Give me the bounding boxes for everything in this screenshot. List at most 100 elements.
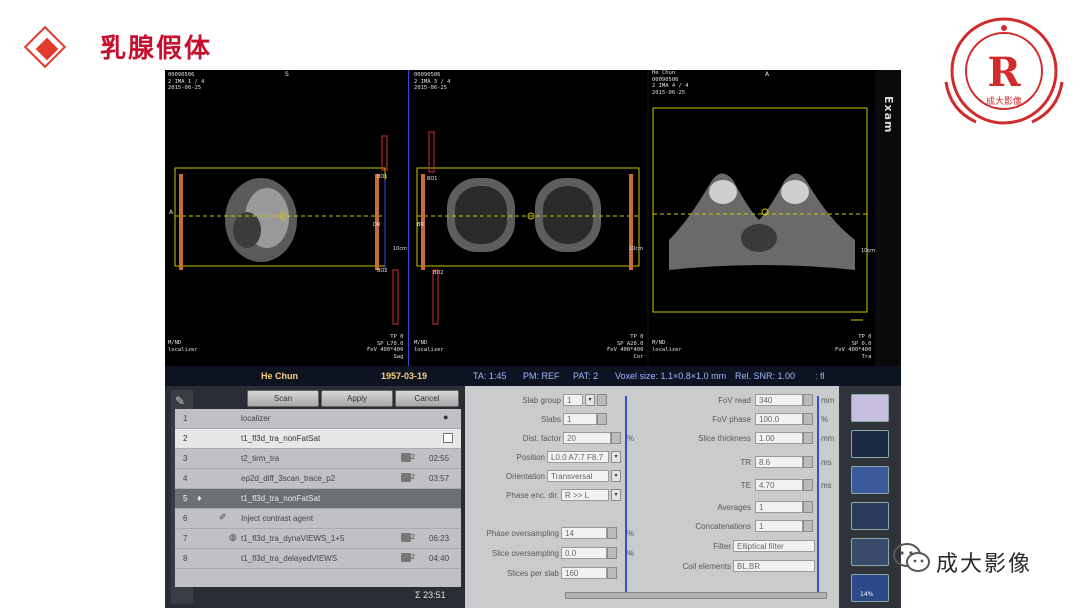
viewport-2-label-br: BR [417,222,424,228]
transversal-image [652,107,868,321]
column-divider-left [625,396,627,596]
phase-enc-dir-label: Phase enc. dir. [506,491,559,500]
slice-thickness-unit: mm [821,434,835,443]
phase-oversampling-unit: % [627,529,635,538]
slab-group-add[interactable] [597,394,607,406]
protocol-row-6[interactable]: 6 ✐ Inject contrast agent [175,509,461,529]
cancel-button[interactable]: Cancel [395,390,459,407]
patient-position-icon[interactable]: 14% [851,574,889,602]
injector-icon[interactable] [851,538,889,566]
slab-group-label: Slab group [522,396,561,405]
slice-oversampling-label: Slice oversampling [491,549,559,558]
averages-label: Averages [717,503,751,512]
position-field[interactable]: L0.0 A7.7 F8.7 [547,451,609,463]
protocol-row-5-current[interactable]: 5 ♦ t1_fl3d_tra_nonFatSat [175,489,461,509]
viewport-coronal[interactable]: 00090506 2 IMA 3 / 4 2015-06-25 BO1 BO2 … [411,70,647,366]
protocol-row-7[interactable]: 7 ◍ t1_fl3d_tra_dynaVIEWS_1+5 2 06:23 [175,529,461,549]
fov-read-field[interactable]: 340 [755,394,803,406]
position-dropdown[interactable]: ▾ [611,451,621,463]
protocol-panel: ✎ Scan Apply Cancel 1 localizer ● 2 t1_fl3… [165,386,465,608]
slice-oversampling-spinner[interactable] [607,547,617,559]
viewport-1-label-bo1: BO1 [377,174,388,180]
viewport-1-bottom-right: TP 0 SP L70.0 FoV 400*400 Sag [367,334,404,360]
exam-tab[interactable]: Exam [882,96,895,134]
slices-per-slab-spinner[interactable] [607,567,617,579]
right-tool-strip: 14% [839,386,901,608]
phase-oversampling-spinner[interactable] [607,527,617,539]
te-field[interactable]: 4.70 [755,479,803,491]
phase-oversampling-field[interactable]: 14 [561,527,607,539]
slab-group-dropdown[interactable]: ▾ [585,394,595,406]
slice-thickness-spinner[interactable] [803,432,813,444]
dist-factor-spinner[interactable] [611,432,621,444]
checkbox-icon[interactable] [443,433,453,443]
acq-time: TA: 1:45 [473,371,507,381]
phase-enc-dir-field[interactable]: R >> L [561,489,609,501]
slabs-field[interactable]: 1 [563,413,597,425]
te-spinner[interactable] [803,479,813,491]
fov-read-spinner[interactable] [803,394,813,406]
coronal-image [416,131,640,325]
total-scan-time: Σ 23:51 [415,590,446,600]
parameter-card: Slab group 1 ▾ Slabs 1 Dist. factor 20 %… [465,386,839,608]
slice-thickness-field[interactable]: 1.00 [755,432,803,444]
slabs-label: Slabs [540,415,561,424]
fov-phase-spinner[interactable] [803,413,813,425]
patient-dob: 1957-03-19 [381,371,428,381]
tr-field[interactable]: 8.6 [755,456,803,468]
dist-factor-field[interactable]: 20 [563,432,611,444]
slices-per-slab-field[interactable]: 160 [561,567,607,579]
viewport-transversal[interactable]: He Chun 00090506 2 IMA 4 / 4 2015-06-25 … [649,70,875,366]
scanner-console-photo: 00090506 2 IMA 1 / 4 2015-06-25 S A BO1 … [165,70,901,608]
slabs-spinner[interactable] [597,413,607,425]
viewport-2-bottom-left: M/ND localizer [414,340,444,353]
patient-position-value: 14% [860,591,874,598]
orientation-dropdown[interactable]: ▾ [611,470,621,482]
viewport-1-bottom-left: M/ND localizer [168,340,198,353]
filter-field[interactable]: Elliptical filter [733,540,815,552]
apply-button[interactable]: Apply [321,390,393,407]
slice-oversampling-field[interactable]: 0.0 [561,547,607,559]
image-viewers: 00090506 2 IMA 1 / 4 2015-06-25 S A BO1 … [165,70,901,366]
series-icon [401,533,411,542]
pm-mode: PM: REF [523,371,560,381]
slide-title: 乳腺假体 [100,34,213,64]
viewport-3-bottom-right: TP 0 SP 0.0 FoV 400*400 Tra [835,334,872,360]
averages-spinner[interactable] [803,501,813,513]
fov-phase-label: FoV phase [712,415,751,424]
protocol-row-8[interactable]: 8 t1_fl3d_tra_delayedVIEWS 2 04:40 [175,549,461,569]
coil-elements-label: Coil elements [682,562,731,571]
orientation-field[interactable]: Transversal [547,470,609,482]
scan-button[interactable]: Scan [247,390,319,407]
dynamic-icon: ◍ [229,532,237,542]
viewport-1-label-dr: DR [373,222,381,228]
viewport-3-bottom-left: M/ND localizer [652,340,682,353]
tr-spinner[interactable] [803,456,813,468]
phase-enc-dir-dropdown[interactable]: ▾ [611,489,621,501]
orientation-label: Orientation [505,472,545,481]
parameter-scrollbar[interactable] [565,592,827,599]
head-coil-icon[interactable] [851,394,889,422]
averages-field[interactable]: 1 [755,501,803,513]
protocol-row-2[interactable]: 2 t1_fl3d_tra_nonFatSat [175,429,461,449]
svg-text:成大影像: 成大影像 [986,95,1022,107]
protocol-row-3[interactable]: 3 t2_tirm_tra 2 02:55 [175,449,461,469]
monitor-icon[interactable] [851,502,889,530]
move-table-icon[interactable] [851,466,889,494]
fov-phase-field[interactable]: 100.0 [755,413,803,425]
slice-thickness-label: Slice thickness [698,434,751,443]
protocol-row-1[interactable]: 1 localizer ● [175,409,461,429]
concatenations-spinner[interactable] [803,520,813,532]
wechat-icon [893,543,930,572]
coil-elements-field[interactable]: BL,BR [733,560,815,572]
position-label: Position [516,453,545,462]
slab-group-field[interactable]: 1 [563,394,583,406]
concatenations-field[interactable]: 1 [755,520,803,532]
pencil-icon[interactable]: ✎ [175,394,185,408]
concatenations-label: Concatenations [695,522,751,531]
syringe-icon: ✐ [219,512,227,522]
fov-read-unit: mm [821,396,835,405]
head-outline-icon[interactable] [851,430,889,458]
viewport-sagittal[interactable]: 00090506 2 IMA 1 / 4 2015-06-25 S A BO1 … [165,70,409,366]
protocol-row-4[interactable]: 4 ep2d_diff_3scan_trace_p2 2 03:57 [175,469,461,489]
